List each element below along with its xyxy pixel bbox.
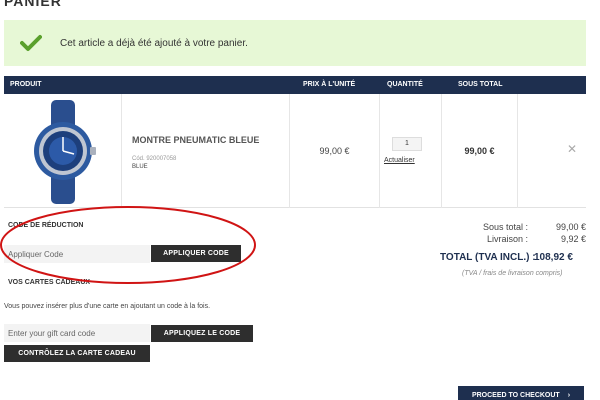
header-subtotal: SOUS TOTAL [458,81,503,88]
product-info-cell: MONTRE PNEUMATIC BLEUE Cód. 920007058 BL… [122,94,290,208]
discount-code-input[interactable] [4,245,150,263]
item-subtotal: 99,00 € [464,146,495,156]
success-notice: Cet article a déjà été ajouté à votre pa… [4,20,586,66]
proceed-to-checkout-button[interactable]: PROCEED TO CHECKOUT › [458,386,584,400]
cart-row: MONTRE PNEUMATIC BLEUE Cód. 920007058 BL… [4,94,586,208]
quantity-input[interactable]: 1 [392,137,422,151]
product-reference: Cód. 920007058 [132,156,177,162]
gift-card-title: VOS CARTES CADEAUX [8,279,91,286]
product-color: BLUE [132,164,148,170]
discount-title: CODE DE RÉDUCTION [8,222,84,229]
gift-card-input[interactable] [4,324,150,342]
header-unit-price: PRIX À L'UNITÉ [303,81,356,88]
shipping-value: 9,92 € [560,234,586,244]
subtotal-line: Sous total : 99,00 € [386,222,586,234]
total-label: TOTAL (TVA INCL.) : [440,252,536,263]
product-image-cell [4,94,122,208]
shipping-label: Livraison : [486,234,528,244]
product-name[interactable]: MONTRE PNEUMATIC BLEUE [132,135,259,145]
cart-table-header: PRODUIT PRIX À L'UNITÉ QUANTITÉ SOUS TOT… [4,76,586,94]
notice-message: Cet article a déjà été ajouté à votre pa… [60,37,248,49]
chevron-right-icon: › [567,391,571,399]
total-value: 108,92 € [534,252,573,263]
subtotal-cell: 99,00 € [442,94,518,208]
subtotal-value: 99,00 € [555,222,586,232]
update-quantity-link[interactable]: Actualiser [384,157,415,164]
apply-gift-card-button[interactable]: APPLIQUEZ LE CODE [151,325,253,342]
check-gift-card-button[interactable]: CONTRÔLEZ LA CARTE CADEAU [4,345,150,362]
subtotal-label: Sous total : [482,222,528,232]
shipping-line: Livraison : 9,92 € [386,234,586,246]
check-icon [20,35,42,51]
vat-note: (TVA / frais de livraison compris) [462,270,563,277]
unit-price: 99,00 € [319,146,350,156]
watch-image[interactable] [4,94,122,208]
page-title: PANIER [4,0,62,9]
close-icon[interactable]: ✕ [567,142,577,156]
header-product: PRODUIT [10,81,42,88]
checkout-label: PROCEED TO CHECKOUT [471,391,560,399]
header-quantity: QUANTITÉ [387,81,423,88]
apply-discount-button[interactable]: APPLIQUER CODE [151,245,241,262]
unit-price-cell: 99,00 € [290,94,380,208]
gift-card-info: Vous pouvez insérer plus d'une carte en … [4,303,211,310]
quantity-cell: 1 Actualiser [380,94,442,208]
